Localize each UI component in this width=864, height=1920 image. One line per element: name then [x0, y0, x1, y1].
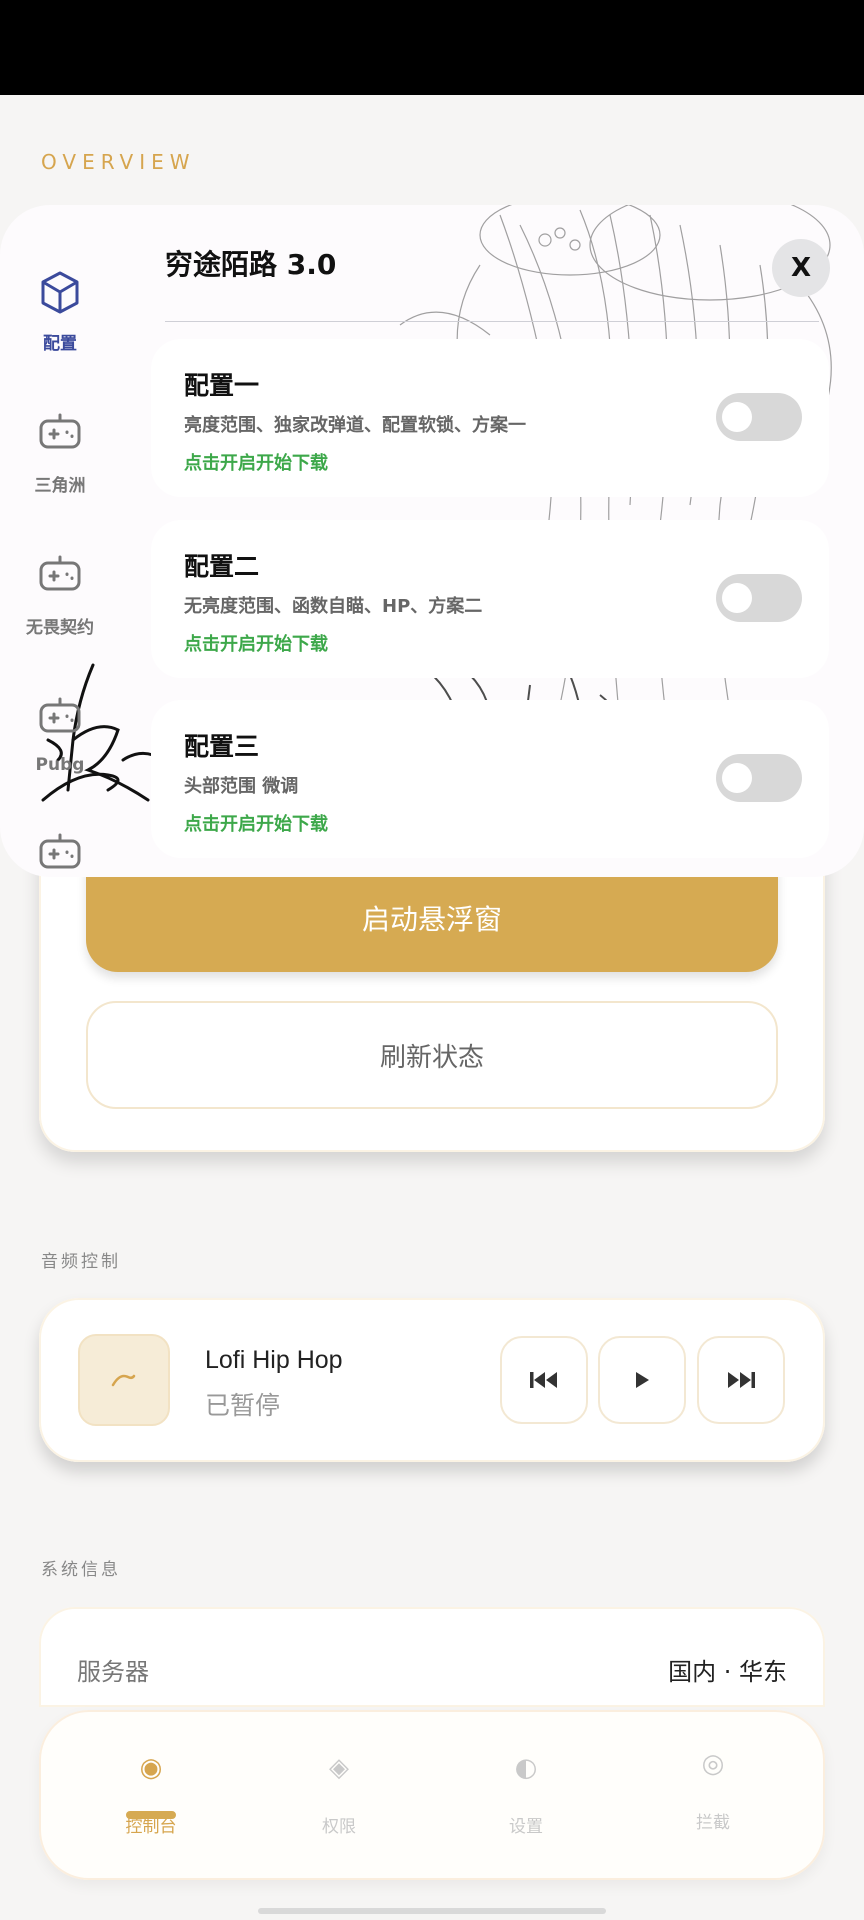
cube-icon [10, 269, 110, 321]
play-button[interactable] [598, 1336, 686, 1424]
config-description: 头部范围 微调 [184, 776, 299, 797]
status-bar [0, 0, 864, 95]
gamepad-icon [10, 411, 110, 463]
config-description: 无亮度范围、函数自瞄、HP、方案二 [184, 596, 483, 617]
gamepad-icon [10, 695, 110, 747]
popup-title: 穷途陌路 3.0 [165, 248, 337, 281]
skip-next-icon [728, 1372, 755, 1388]
config-description: 亮度范围、独家改弹道、配置软锁、方案一 [184, 415, 526, 436]
nav-label: 权限 [322, 1817, 356, 1837]
config-toggle[interactable] [716, 393, 802, 441]
diamond-icon: ◈ [329, 1753, 349, 1783]
audio-section-label: 音频控制 [41, 1252, 121, 1272]
sidebar-item-delta[interactable]: 三角洲 [10, 411, 110, 496]
gamepad-icon [10, 553, 110, 605]
overview-label: OVERVIEW [41, 150, 196, 174]
server-value: 国内 · 华东 [668, 1658, 787, 1686]
server-label: 服务器 [77, 1658, 149, 1686]
target-icon: ◉ [139, 1753, 163, 1783]
sidebar-label: 无畏契约 [26, 618, 94, 638]
config-download-link[interactable]: 点击开启开始下载 [184, 449, 328, 475]
nav-item-console[interactable]: ◉ 控制台 [81, 1748, 221, 1837]
sidebar-item-more[interactable] [10, 831, 110, 877]
config-title: 配置三 [184, 732, 260, 761]
title-divider [165, 321, 819, 322]
sidebar-item-valorant[interactable]: 无畏契约 [10, 553, 110, 638]
nav-item-intercept[interactable]: ◎ 拦截 [643, 1744, 783, 1833]
config-title: 配置一 [184, 371, 260, 400]
close-button[interactable]: X [772, 239, 830, 297]
config-download-link[interactable]: 点击开启开始下载 [184, 630, 328, 656]
track-title: Lofi Hip Hop [205, 1346, 343, 1374]
nav-label: 拦截 [696, 1813, 730, 1833]
sidebar-item-pubg[interactable]: Pubg [10, 695, 110, 775]
gamepad-icon [10, 831, 110, 877]
play-icon [636, 1372, 649, 1388]
config-toggle[interactable] [716, 574, 802, 622]
nav-active-indicator [126, 1811, 176, 1819]
config-popup: 穷途陌路 3.0 X 配置 三角洲 无畏契约 Pubg 配置一 亮度范围、独家改… [0, 205, 864, 877]
home-indicator[interactable] [258, 1908, 606, 1914]
config-download-link[interactable]: 点击开启开始下载 [184, 810, 328, 836]
config-card-2: 配置二 无亮度范围、函数自瞄、HP、方案二 点击开启开始下载 [151, 520, 829, 678]
sidebar-label: 三角洲 [34, 476, 86, 496]
nav-item-permissions[interactable]: ◈ 权限 [269, 1748, 409, 1837]
previous-track-button[interactable] [500, 1336, 588, 1424]
start-floating-window-button[interactable]: 启动悬浮窗 [86, 864, 778, 972]
music-note-icon [111, 1374, 136, 1387]
skip-previous-icon [530, 1372, 557, 1388]
config-card-1: 配置一 亮度范围、独家改弹道、配置软锁、方案一 点击开启开始下载 [151, 339, 829, 497]
ring-icon: ◎ [701, 1749, 725, 1779]
nav-item-settings[interactable]: ◐ 设置 [456, 1748, 596, 1837]
sidebar-label: 配置 [43, 334, 77, 354]
config-title: 配置二 [184, 552, 260, 581]
album-art [78, 1334, 170, 1426]
config-card-3: 配置三 头部范围 微调 点击开启开始下载 [151, 700, 829, 858]
next-track-button[interactable] [697, 1336, 785, 1424]
refresh-status-button[interactable]: 刷新状态 [86, 1001, 778, 1109]
track-status: 已暂停 [205, 1391, 281, 1420]
config-toggle[interactable] [716, 754, 802, 802]
system-section-label: 系统信息 [41, 1560, 121, 1580]
toggle-knob [722, 583, 752, 613]
half-circle-icon: ◐ [514, 1753, 538, 1783]
toggle-knob [722, 402, 752, 432]
toggle-knob [722, 763, 752, 793]
sidebar-item-config[interactable]: 配置 [10, 269, 110, 354]
sidebar-label: Pubg [35, 755, 85, 775]
nav-label: 设置 [509, 1817, 543, 1837]
